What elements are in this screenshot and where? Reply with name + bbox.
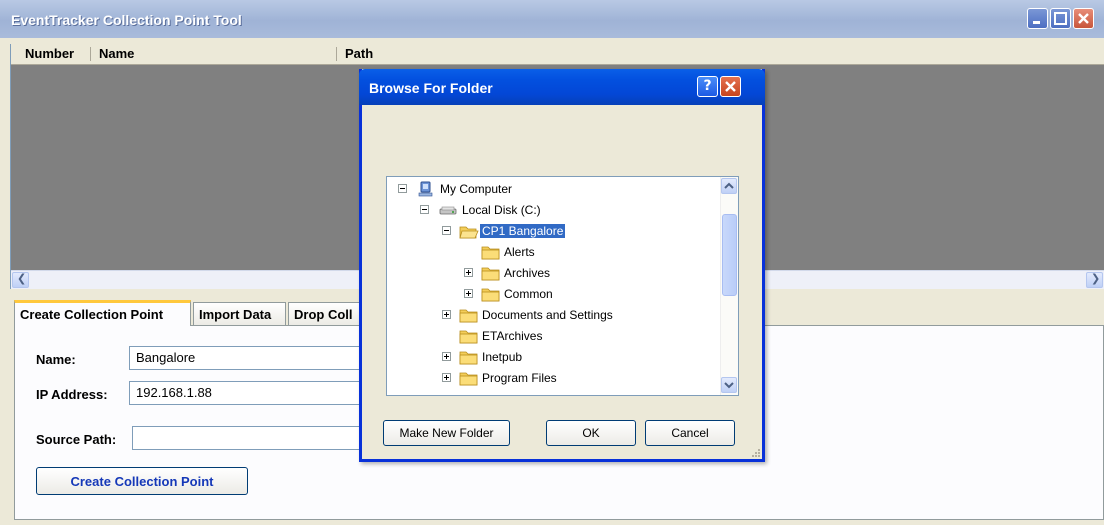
folder-icon bbox=[459, 309, 478, 323]
folder-icon bbox=[459, 372, 478, 386]
scroll-up-button[interactable] bbox=[721, 178, 737, 194]
scroll-left-button[interactable]: ❮ bbox=[12, 272, 29, 288]
resize-grip-icon[interactable] bbox=[750, 447, 760, 457]
tree-node-label: Alerts bbox=[504, 245, 535, 259]
tree-node-label: My Computer bbox=[440, 182, 513, 196]
folder-icon bbox=[459, 330, 478, 344]
browse-folder-dialog: Browse For Folder ? My Computer Local Di… bbox=[359, 69, 765, 462]
scroll-down-button[interactable] bbox=[721, 377, 737, 393]
tree-node-label: Archives bbox=[504, 266, 551, 280]
column-number[interactable]: Number bbox=[25, 46, 74, 61]
dialog-close-button[interactable] bbox=[720, 76, 741, 97]
minimize-icon bbox=[1033, 21, 1040, 24]
chevron-up-icon bbox=[724, 182, 734, 189]
tree-node-label: Common bbox=[504, 287, 553, 301]
expand-toggle[interactable] bbox=[442, 352, 451, 361]
tab-create-collection-point[interactable]: Create Collection Point bbox=[14, 300, 191, 326]
help-icon: ? bbox=[703, 78, 712, 94]
name-input[interactable]: Bangalore bbox=[129, 346, 369, 370]
dialog-title-bar[interactable]: Browse For Folder ? bbox=[359, 69, 765, 105]
chevron-left-icon: ❮ bbox=[17, 272, 27, 285]
scroll-right-button[interactable]: ❯ bbox=[1086, 272, 1103, 288]
tree-node-label: Local Disk (C:) bbox=[462, 203, 541, 217]
collapse-toggle[interactable] bbox=[420, 205, 429, 214]
column-separator[interactable] bbox=[336, 47, 337, 61]
ok-button[interactable]: OK bbox=[546, 420, 636, 446]
folder-open-icon bbox=[459, 226, 479, 239]
ip-address-label: IP Address: bbox=[36, 387, 108, 402]
source-path-input[interactable] bbox=[132, 426, 369, 450]
tree-node-label-selected: CP1 Bangalore bbox=[478, 223, 567, 239]
collapse-toggle[interactable] bbox=[442, 226, 451, 235]
dialog-title: Browse For Folder bbox=[369, 80, 493, 96]
column-separator[interactable] bbox=[90, 47, 91, 61]
close-button[interactable] bbox=[1073, 8, 1094, 29]
expand-toggle[interactable] bbox=[464, 268, 473, 277]
tab-drop-collection-point[interactable]: Drop Coll bbox=[288, 302, 368, 325]
cancel-button[interactable]: Cancel bbox=[645, 420, 735, 446]
help-button[interactable]: ? bbox=[697, 76, 718, 97]
collapse-toggle[interactable] bbox=[398, 184, 407, 193]
tree-node-label: Documents and Settings bbox=[482, 308, 613, 322]
maximize-button[interactable] bbox=[1050, 8, 1071, 29]
list-header: Number Name Path bbox=[11, 44, 1104, 65]
main-title-bar[interactable]: EventTracker Collection Point Tool bbox=[0, 0, 1104, 38]
drive-icon bbox=[439, 206, 457, 215]
name-label: Name: bbox=[36, 352, 76, 367]
folder-icon bbox=[481, 267, 500, 281]
window-title: EventTracker Collection Point Tool bbox=[11, 12, 242, 28]
source-path-label: Source Path: bbox=[36, 432, 117, 447]
chevron-down-icon bbox=[724, 382, 734, 389]
ip-address-input[interactable]: 192.168.1.88 bbox=[129, 381, 369, 405]
expand-toggle[interactable] bbox=[442, 373, 451, 382]
make-new-folder-button[interactable]: Make New Folder bbox=[383, 420, 510, 446]
scroll-thumb[interactable] bbox=[722, 214, 737, 296]
folder-tree[interactable]: My Computer Local Disk (C:) CP1 Bangalor… bbox=[386, 176, 739, 396]
minimize-button[interactable] bbox=[1027, 8, 1048, 29]
maximize-icon bbox=[1054, 12, 1067, 25]
chevron-right-icon: ❯ bbox=[1091, 272, 1101, 285]
tab-import-data[interactable]: Import Data bbox=[193, 302, 286, 325]
close-icon bbox=[1078, 13, 1089, 24]
column-name[interactable]: Name bbox=[99, 46, 134, 61]
tree-node-label: Inetpub bbox=[482, 350, 523, 364]
tree-node-label: ETArchives bbox=[482, 329, 543, 343]
expand-toggle[interactable] bbox=[464, 289, 473, 298]
column-path[interactable]: Path bbox=[345, 46, 373, 61]
folder-icon bbox=[481, 288, 500, 302]
folder-icon bbox=[481, 246, 500, 260]
computer-icon bbox=[418, 181, 433, 197]
tree-vertical-scrollbar[interactable] bbox=[720, 177, 738, 395]
expand-toggle[interactable] bbox=[442, 310, 451, 319]
create-collection-point-button[interactable]: Create Collection Point bbox=[36, 467, 248, 495]
close-icon bbox=[725, 81, 736, 92]
tree-node-label: Program Files bbox=[482, 371, 557, 385]
folder-icon bbox=[459, 351, 478, 365]
